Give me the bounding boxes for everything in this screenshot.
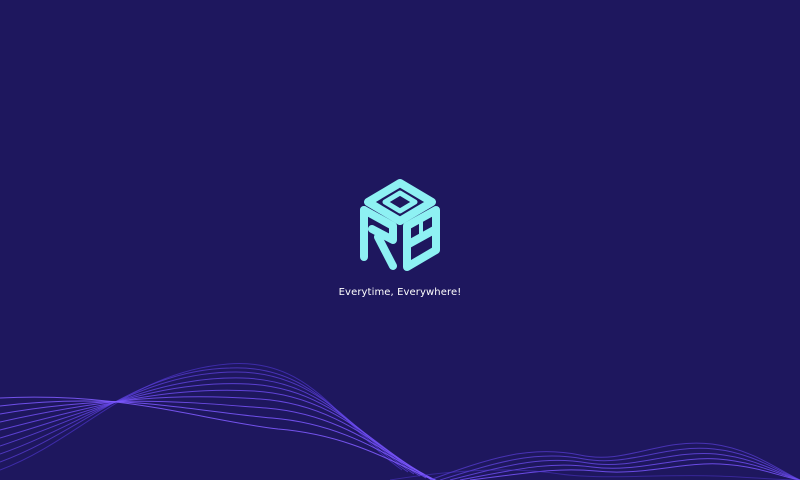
left-wave-group — [0, 363, 437, 480]
right-wave-group — [389, 442, 800, 480]
splash-screen: Everytime, Everywhere! — [0, 0, 800, 480]
orb-logo-mark — [360, 179, 440, 271]
tagline-text: Everytime, Everywhere! — [338, 287, 462, 298]
orb-cube-logo-icon — [354, 178, 446, 274]
